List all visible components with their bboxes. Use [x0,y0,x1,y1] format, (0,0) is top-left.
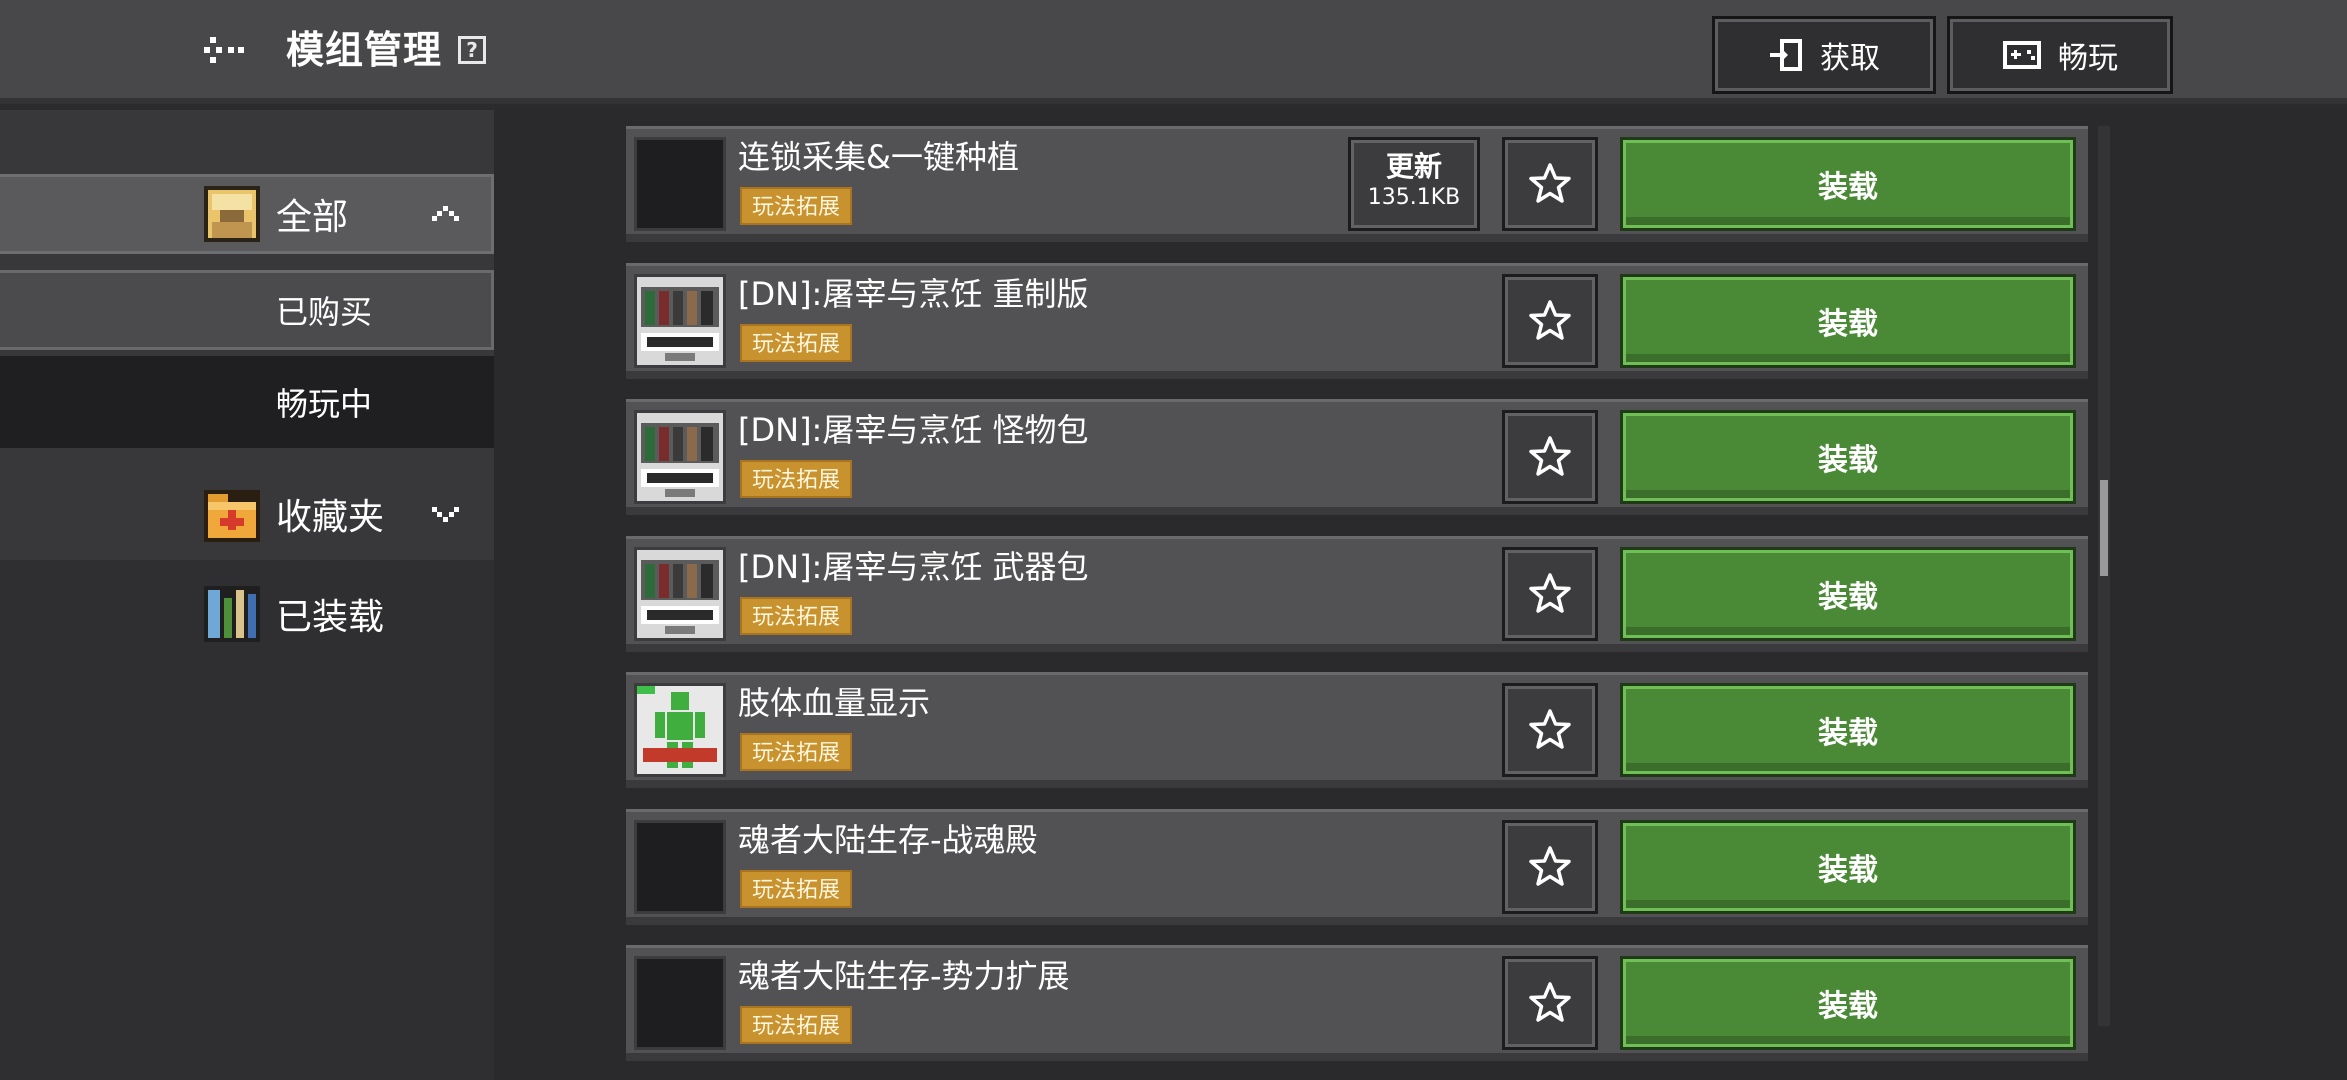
get-button-label: 获取 [1820,41,1880,76]
mod-category-tag: 玩法拓展 [740,460,853,498]
sidebar-item-favorites[interactable]: 收藏夹 [0,474,494,554]
mod-name: 连锁采集&一键种植 [738,138,1019,176]
mod-name: [DN]:屠宰与烹饪 重制版 [738,275,1089,313]
sidebar: 全部 已购买 畅玩中 收藏夹 已装载 [0,110,494,1080]
mod-thumbnail [634,683,726,777]
mod-row[interactable]: [DN]:屠宰与烹饪 怪物包 玩法拓展 装载 [626,399,2088,515]
mod-name: [DN]:屠宰与烹饪 武器包 [738,548,1089,586]
favorite-button[interactable] [1502,410,1598,504]
mod-thumbnail [634,820,726,914]
help-icon[interactable]: ? [458,36,486,64]
load-button[interactable]: 装载 [1620,820,2076,914]
mod-category-tag: 玩法拓展 [740,733,853,771]
favorite-button[interactable] [1502,820,1598,914]
load-button[interactable]: 装载 [1620,956,2076,1050]
mod-row[interactable]: 肢体血量显示 玩法拓展 装载 [626,672,2088,788]
favorite-button[interactable] [1502,137,1598,231]
load-button[interactable]: 装载 [1620,547,2076,641]
mod-thumbnail-image [637,686,723,774]
mod-name: 魂者大陆生存-战魂殿 [738,821,1038,859]
chevron-down-icon [432,507,459,522]
favorite-button[interactable] [1502,274,1598,368]
mod-category-tag: 玩法拓展 [740,1006,853,1044]
star-outline-icon [1529,163,1571,203]
mod-thumbnail [634,137,726,231]
sidebar-label-all: 全部 [276,197,349,238]
scrollbar-track[interactable] [2098,126,2110,1026]
load-button[interactable]: 装载 [1620,410,2076,504]
import-icon [1770,39,1802,71]
mod-thumbnail [634,956,726,1050]
mod-row[interactable]: 魂者大陆生存-势力扩展 玩法拓展 装载 [626,945,2088,1061]
scrollbar-thumb[interactable] [2100,480,2108,576]
sidebar-label-playing: 畅玩中 [276,385,373,423]
favorite-button[interactable] [1502,547,1598,641]
mod-category-tag: 玩法拓展 [740,324,853,362]
mod-row[interactable]: [DN]:屠宰与烹饪 重制版 玩法拓展 装载 [626,263,2088,379]
update-label: 更新 [1385,150,1442,183]
update-button[interactable]: 更新 135.1KB [1348,137,1480,231]
sidebar-item-all[interactable]: 全部 [0,174,494,254]
mod-thumbnail [634,410,726,504]
back-arrow-icon [204,37,244,63]
sidebar-label-favorites: 收藏夹 [276,497,385,538]
gamepad-icon [2003,41,2041,69]
mod-thumbnail-image [637,277,723,365]
sidebar-label-bought: 已购买 [276,293,373,331]
mod-name: 魂者大陆生存-势力扩展 [738,957,1070,995]
mod-name: [DN]:屠宰与烹饪 怪物包 [738,411,1089,449]
load-button[interactable]: 装载 [1620,137,2076,231]
play-button-label: 畅玩 [2058,41,2118,76]
chevron-up-icon [432,206,459,221]
mod-category-tag: 玩法拓展 [740,187,853,225]
mod-manager-screen: 模组管理 ? 获取 畅玩 全部 已购买 畅玩中 收藏夹 已装载 连锁采集&一键种… [0,0,2347,1080]
star-outline-icon [1529,300,1571,340]
play-button[interactable]: 畅玩 [1947,16,2173,94]
star-outline-icon [1529,436,1571,476]
favorite-button[interactable] [1502,956,1598,1050]
mod-thumbnail-image [637,550,723,638]
mod-thumbnail [634,547,726,641]
mod-row[interactable]: [DN]:屠宰与烹饪 武器包 玩法拓展 装载 [626,536,2088,652]
load-button[interactable]: 装载 [1620,683,2076,777]
sidebar-item-loaded[interactable]: 已装载 [0,574,494,654]
mod-thumbnail [634,274,726,368]
top-bar: 模组管理 ? 获取 畅玩 [0,0,2347,104]
star-outline-icon [1529,846,1571,886]
star-outline-icon [1529,573,1571,613]
sidebar-item-bought[interactable]: 已购买 [0,270,494,350]
bookshelf-icon [204,586,260,642]
mod-row[interactable]: 魂者大陆生存-战魂殿 玩法拓展 装载 [626,809,2088,925]
mod-category-tag: 玩法拓展 [740,597,853,635]
page-title: 模组管理 [286,28,443,72]
back-button[interactable] [196,30,250,70]
mod-name: 肢体血量显示 [738,684,931,722]
load-button[interactable]: 装载 [1620,274,2076,368]
sidebar-item-playing[interactable]: 畅玩中 [0,356,494,448]
mod-category-tag: 玩法拓展 [740,870,853,908]
mod-thumbnail-image [637,413,723,501]
sidebar-label-loaded: 已装载 [276,597,385,638]
folder-star-icon [204,490,260,542]
mod-row[interactable]: 连锁采集&一键种植 玩法拓展 更新 135.1KB 装载 [626,126,2088,242]
update-size: 135.1KB [1367,185,1461,210]
chest-icon [204,186,260,242]
get-button[interactable]: 获取 [1712,16,1936,94]
star-outline-icon [1529,709,1571,749]
star-outline-icon [1529,982,1571,1022]
favorite-button[interactable] [1502,683,1598,777]
